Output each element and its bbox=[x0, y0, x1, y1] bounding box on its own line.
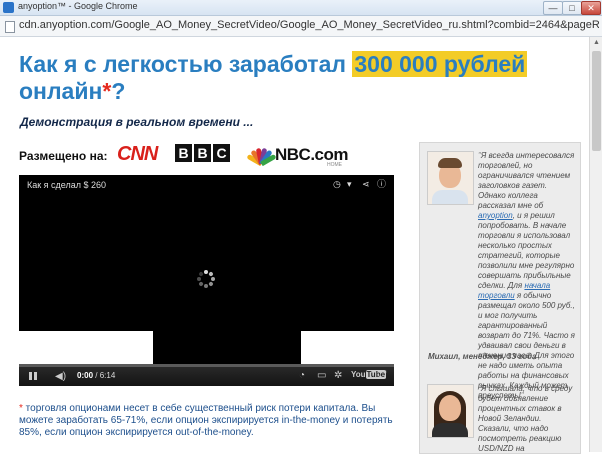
bbc-logo-letter: C bbox=[213, 144, 230, 162]
thumbs-down-icon[interactable]: ▾ bbox=[347, 180, 355, 189]
video-letterbox-right bbox=[301, 331, 394, 364]
progress-bar[interactable] bbox=[19, 364, 394, 367]
nbc-logo: NBC.com HOME bbox=[246, 142, 349, 168]
subheadline: Демонстрация в реальном времени ... bbox=[20, 115, 254, 129]
headline-part2: онлайн bbox=[19, 78, 103, 104]
headline-part3: ? bbox=[111, 78, 126, 104]
bbc-logo: B B C bbox=[175, 144, 230, 164]
time-display: 0:00 / 6:14 bbox=[77, 371, 115, 380]
minimize-button[interactable]: — bbox=[543, 1, 563, 15]
testimonial-author: Михаил, менеджер, 33 года bbox=[428, 352, 537, 361]
loading-spinner-icon bbox=[197, 270, 215, 288]
testimonial-photo-man bbox=[427, 151, 474, 205]
headline: Как я с легкостью заработал 300 000 рубл… bbox=[19, 51, 584, 105]
clock-icon[interactable]: ◷ bbox=[333, 180, 341, 189]
window-title: anyoption™ - Google Chrome bbox=[18, 1, 138, 11]
video-title[interactable]: Как я сделал $ 260 bbox=[27, 180, 106, 190]
info-icon[interactable]: ⓘ bbox=[377, 180, 386, 189]
pause-button[interactable] bbox=[29, 372, 37, 380]
window-titlebar: anyoption™ - Google Chrome — □ ✕ bbox=[0, 0, 602, 16]
testimonial-photo-woman bbox=[427, 384, 474, 438]
headline-part1: Как я с легкостью заработал bbox=[19, 51, 353, 77]
page-icon bbox=[5, 21, 15, 33]
anyoption-link[interactable]: anyoption bbox=[478, 211, 513, 220]
scroll-thumb[interactable] bbox=[592, 51, 601, 151]
headline-highlight: 300 000 рублей bbox=[352, 51, 528, 77]
posted-on-label: Размещено на: bbox=[19, 149, 108, 163]
close-button[interactable]: ✕ bbox=[581, 1, 601, 15]
address-bar[interactable]: cdn.anyoption.com/Google_AO_Money_Secret… bbox=[0, 16, 602, 37]
shirt bbox=[432, 423, 468, 437]
quote-text: Я всегда интересовался торговлей, но огр… bbox=[478, 151, 575, 210]
video-player[interactable]: Как я сделал $ 260 ◷ ▾ ⋖ ⓘ ◀) 0:00 / 6:1… bbox=[19, 175, 394, 386]
hair bbox=[438, 158, 462, 168]
headline-star: * bbox=[102, 78, 112, 104]
watch-later-icon[interactable]: ◔ bbox=[299, 370, 305, 381]
disclaimer-text: торговля опционами несет в себе существе… bbox=[19, 403, 393, 438]
shirt bbox=[432, 190, 468, 204]
testimonials-sidebar: "Я всегда интересовался торговлей, но ог… bbox=[419, 142, 581, 454]
testimonial-quote: "Я слышала, что в среду будет объявление… bbox=[478, 384, 576, 454]
face bbox=[439, 395, 461, 421]
video-controls: ◀) 0:00 / 6:14 ◔ ▭ ✲ YouTube ⛶ bbox=[19, 364, 394, 386]
quote-text: Я слышала, что в среду будет объявление … bbox=[478, 384, 573, 453]
captions-icon[interactable]: ▭ bbox=[317, 370, 326, 381]
anyoption-app-icon bbox=[3, 2, 14, 13]
peacock-icon bbox=[246, 146, 277, 167]
share-icon[interactable]: ⋖ bbox=[362, 180, 370, 189]
testimonial-quote: "Я всегда интересовался торговлей, но ог… bbox=[478, 151, 576, 401]
nbc-logo-subtext: HOME bbox=[327, 162, 342, 168]
scroll-up-icon[interactable]: ▲ bbox=[590, 37, 602, 49]
duration: / 6:14 bbox=[95, 371, 116, 380]
url-field[interactable]: cdn.anyoption.com/Google_AO_Money_Secret… bbox=[19, 19, 599, 31]
page-scrollbar[interactable]: ▲ bbox=[589, 37, 602, 452]
bbc-logo-letter: B bbox=[194, 144, 211, 162]
page-content: Как я с легкостью заработал 300 000 рубл… bbox=[0, 37, 602, 454]
maximize-button[interactable]: □ bbox=[562, 1, 582, 15]
video-letterbox-left bbox=[19, 331, 153, 364]
bbc-logo-letter: B bbox=[175, 144, 192, 162]
risk-disclaimer: * торговля опционами несет в себе сущест… bbox=[19, 403, 394, 439]
volume-icon[interactable]: ◀) bbox=[55, 371, 66, 382]
fullscreen-icon[interactable]: ⛶ bbox=[379, 370, 386, 381]
current-time: 0:00 bbox=[77, 371, 94, 380]
cnn-logo: CNN bbox=[117, 143, 158, 165]
quote-text: , и я решил попробовать. В начале торгов… bbox=[478, 211, 575, 290]
settings-gear-icon[interactable]: ✲ bbox=[334, 370, 342, 381]
